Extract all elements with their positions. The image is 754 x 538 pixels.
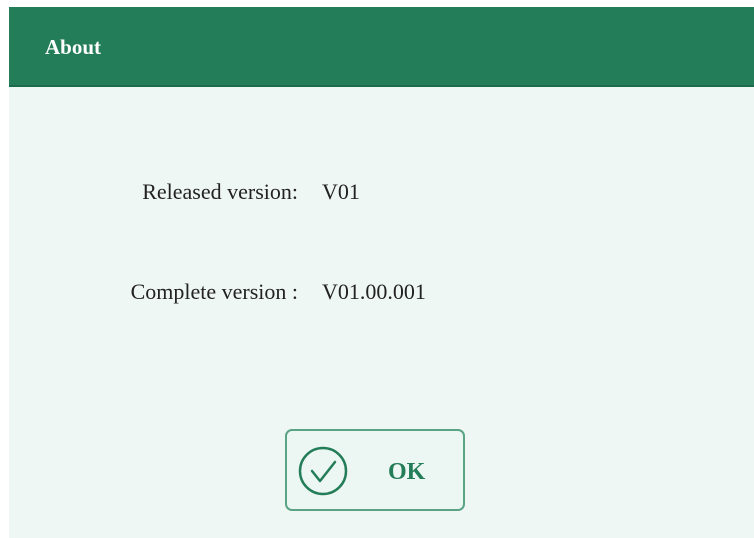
complete-version-label: Complete version : bbox=[130, 279, 298, 304]
ok-button[interactable]: OK bbox=[285, 429, 465, 511]
ok-button-label: OK bbox=[388, 459, 426, 485]
released-version-label: Released version: bbox=[142, 179, 298, 204]
dialog-title: About bbox=[45, 35, 102, 59]
complete-version-value: V01.00.001 bbox=[322, 279, 426, 304]
released-version-value: V01 bbox=[322, 179, 360, 204]
about-dialog: About Released version: V01 Complete ver… bbox=[9, 7, 754, 538]
check-circle-icon bbox=[298, 446, 348, 496]
dialog-titlebar: About bbox=[9, 7, 754, 87]
